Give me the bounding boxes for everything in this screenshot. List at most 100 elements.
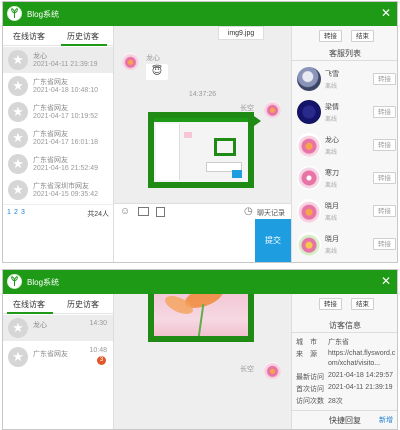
avatar — [297, 166, 321, 190]
visitor-name: 广东省网友 — [33, 105, 68, 112]
title-bar: Blog系统 ✕ — [3, 2, 397, 26]
visitor-name: 广东省深圳市网友 — [33, 183, 89, 190]
visitor-item[interactable]: ★ 广东省网友 2021-04-18 10:48:10 — [3, 73, 113, 99]
screenshot-thumbnail — [154, 118, 248, 182]
bubble-tail — [254, 116, 261, 126]
image-tab[interactable]: img9.jpg — [218, 26, 264, 40]
service-status: 离线 — [325, 183, 338, 189]
unread-badge: 3 — [97, 356, 106, 365]
visitor-item[interactable]: ★ 广东省网友 10:48 3 — [3, 344, 113, 370]
visitor-item[interactable]: ★ 龙心 14:30 — [3, 315, 113, 341]
chat-history-link[interactable]: 聊天记录 — [257, 208, 285, 218]
visitor-item[interactable]: ★ 广东省深圳市网友 2021-04-15 09:35:42 — [3, 177, 113, 203]
info-label: 最新访问 — [296, 374, 324, 381]
clock-icon: ◷ — [244, 206, 253, 217]
page-link[interactable]: 3 — [21, 209, 25, 216]
info-label: 城 市 — [296, 339, 317, 346]
info-value: 广东省 — [328, 339, 349, 346]
visitor-time: 10:48 — [89, 347, 107, 354]
chat-window-bottom: Blog系统 ✕ 在线访客 历史访客 ★ 龙心 14:30 ★ 广东省网友 10… — [2, 269, 398, 430]
avatar — [297, 133, 321, 157]
visitor-tabs: 在线访客 历史访客 — [3, 294, 114, 314]
end-button[interactable]: 结束 — [351, 298, 374, 310]
service-list-title: 客服列表 — [329, 49, 361, 58]
tab-online-visitors[interactable]: 在线访客 — [13, 31, 45, 42]
info-value: 2021-04-11 21:39:19 — [328, 384, 393, 391]
message-timestamp: 14:37:26 — [188, 91, 217, 98]
service-transfer-button[interactable]: 转接 — [373, 106, 396, 118]
info-value: https://chat.flysword.com/xchat/visito..… — [328, 350, 396, 367]
service-status: 离线 — [325, 84, 338, 90]
active-tab-underline — [7, 312, 53, 314]
info-label: 首次访问 — [296, 386, 324, 393]
info-value: 28次 — [328, 398, 343, 405]
chat-window-top: Blog系统 ✕ 在线访客 历史访客 ★ 龙心 2021-04-11 21:39… — [2, 1, 398, 263]
visitor-name: 龙心 — [33, 53, 47, 60]
info-label: 来 源 — [296, 351, 317, 358]
avatar: ★ — [8, 318, 28, 338]
avatar: ★ — [8, 102, 28, 122]
image-message[interactable] — [148, 294, 254, 342]
visitor-name: 龙心 — [33, 322, 47, 329]
visitor-item[interactable]: ★ 广东省网友 2021-04-16 21:52:49 — [3, 151, 113, 177]
add-quick-reply-link[interactable]: 新增 — [379, 415, 393, 425]
send-button[interactable]: 提交 — [255, 219, 291, 262]
flower-photo — [154, 294, 248, 336]
service-item: 寒刀 离线 转接 — [292, 162, 397, 195]
close-icon[interactable]: ✕ — [381, 274, 391, 288]
service-panel: 转接 结束 客服列表 飞雪 离线 转接 梁情 离线 转接 龙心 离线 转接 寒刀… — [291, 26, 397, 262]
tab-history-visitors[interactable]: 历史访客 — [67, 299, 99, 310]
message-sender: 龙心 — [146, 55, 160, 62]
chat-messages: 长空 — [114, 294, 291, 429]
visitor-name: 广东省网友 — [33, 157, 68, 164]
service-transfer-button[interactable]: 转接 — [373, 238, 396, 250]
service-name: 飞雪 — [325, 71, 339, 78]
visitor-tabs: 在线访客 历史访客 — [3, 26, 114, 46]
visitor-time: 2021-04-15 09:35:42 — [33, 191, 98, 198]
visitor-panel: 在线访客 历史访客 ★ 龙心 14:30 ★ 广东省网友 10:48 3 — [3, 294, 114, 429]
message-sender: 长空 — [240, 366, 254, 373]
emoji-icon[interactable]: ☺ — [120, 206, 130, 217]
avatar: ★ — [8, 154, 28, 174]
transfer-button[interactable]: 转接 — [319, 298, 342, 310]
window-title: Blog系统 — [27, 278, 60, 287]
message-input[interactable] — [114, 219, 255, 262]
avatar — [264, 362, 281, 379]
visitor-time: 2021-04-16 21:52:49 — [33, 165, 98, 172]
chat-toolbar: ☺ ◷ 聊天记录 — [114, 203, 291, 219]
service-transfer-button[interactable]: 转接 — [373, 205, 396, 217]
active-tab-underline — [61, 44, 107, 46]
service-item: 晓月 离线 转接 — [292, 195, 397, 228]
image-message[interactable] — [148, 112, 254, 188]
close-icon[interactable]: ✕ — [381, 6, 391, 20]
tab-online-visitors[interactable]: 在线访客 — [13, 299, 45, 310]
avatar: ★ — [8, 180, 28, 200]
avatar: ★ — [8, 50, 28, 70]
visitor-name: 广东省网友 — [33, 79, 68, 86]
transfer-button[interactable]: 转接 — [319, 30, 342, 42]
service-transfer-button[interactable]: 转接 — [373, 139, 396, 151]
service-name: 梁情 — [325, 104, 339, 111]
visitor-item[interactable]: ★ 龙心 2021-04-11 21:39:19 — [3, 47, 113, 73]
visitor-item[interactable]: ★ 广东省网友 2021-04-17 16:01:18 — [3, 125, 113, 151]
service-item: 飞雪 离线 转接 — [292, 63, 397, 96]
visitor-time: 2021-04-17 10:19:52 — [33, 113, 98, 120]
service-transfer-button[interactable]: 转接 — [373, 73, 396, 85]
end-button[interactable]: 结束 — [351, 30, 374, 42]
visitor-info-title: 访客信息 — [329, 321, 361, 330]
image-icon[interactable] — [138, 207, 149, 216]
chat-messages: img9.jpg 龙心 😇 14:37:26 长空 — [114, 26, 291, 203]
page-link[interactable]: 2 — [14, 209, 18, 216]
service-name: 晓月 — [325, 236, 339, 243]
avatar — [297, 67, 321, 91]
file-icon[interactable] — [156, 207, 165, 217]
visitor-info-panel: 转接 结束 访客信息 城 市 广东省 来 源 https://chat.flys… — [291, 294, 397, 429]
page-link[interactable]: 1 — [7, 209, 11, 216]
tab-history-visitors[interactable]: 历史访客 — [67, 31, 99, 42]
info-value: 2021-04-18 14:29:57 — [328, 372, 393, 379]
visitor-item[interactable]: ★ 广东省网友 2021-04-17 10:19:52 — [3, 99, 113, 125]
app-logo — [7, 6, 22, 21]
service-transfer-button[interactable]: 转接 — [373, 172, 396, 184]
title-bar: Blog系统 ✕ — [3, 270, 397, 294]
avatar — [264, 101, 281, 118]
